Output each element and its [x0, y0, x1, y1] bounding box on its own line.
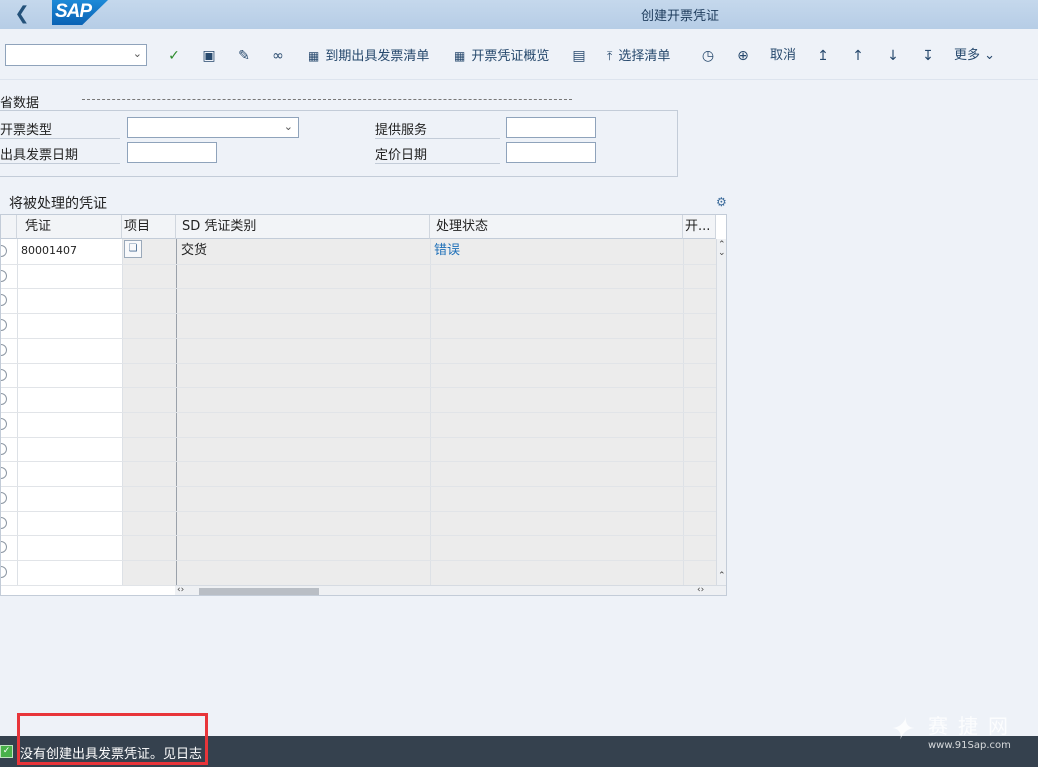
column-header-sd-category[interactable]: SD 凭证类别 — [176, 215, 430, 239]
selection-list-button[interactable]: ⤒ 选择清单 — [607, 46, 670, 66]
column-header-item[interactable]: 项目 — [122, 215, 176, 239]
row-selector[interactable] — [1, 368, 7, 381]
status-cell[interactable]: 错误 — [434, 239, 460, 263]
chevron-up-icon[interactable]: ⌃ — [718, 571, 726, 581]
checkmark-icon: ✓ — [0, 745, 13, 758]
row-line — [1, 288, 716, 290]
row-selector[interactable] — [1, 245, 7, 257]
defaults-group-title: 省数据 — [0, 96, 40, 111]
chevron-down-icon: ⌄ — [984, 48, 996, 63]
services-label: 提供服务 — [375, 119, 500, 139]
next-page-icon[interactable]: ↓ — [883, 46, 903, 66]
billing-type-label: 开票类型 — [0, 119, 120, 139]
pricing-date-label: 定价日期 — [375, 144, 500, 164]
watermark-url: www.91Sap.com — [928, 740, 1011, 751]
row-selector[interactable] — [1, 442, 7, 455]
billing-date-input[interactable] — [127, 142, 217, 163]
row-selector[interactable] — [1, 516, 7, 529]
row-selector[interactable] — [1, 319, 7, 332]
category-cell: 交货 — [181, 243, 208, 258]
previous-page-icon[interactable]: ↑ — [848, 46, 868, 66]
sap-logo: SAP — [52, 0, 108, 25]
column-header-status[interactable]: 处理状态 — [430, 215, 683, 239]
pricing-date-input[interactable] — [506, 142, 596, 163]
calendar-icon[interactable]: ▤ — [569, 46, 589, 66]
row-selector[interactable] — [1, 566, 7, 579]
save-icon[interactable]: ▣ — [199, 46, 219, 66]
row-selector[interactable] — [1, 492, 7, 504]
row-selector[interactable] — [1, 343, 7, 356]
row-selector[interactable] — [1, 417, 7, 430]
edit-icon[interactable]: ✎ — [234, 46, 254, 66]
command-field[interactable]: ⌄ — [5, 44, 147, 66]
row-line — [1, 510, 716, 512]
watermark-logo-icon: ✦ — [888, 712, 914, 747]
row-selector[interactable] — [1, 269, 7, 282]
horizontal-scrollbar[interactable]: ‹› ‹› — [175, 585, 726, 595]
row-selector[interactable] — [1, 467, 7, 480]
watermark: ✦ 赛捷网 www.91Sap.com — [888, 710, 1028, 758]
billing-type-select[interactable]: ⌄ — [127, 117, 299, 138]
column-header-more[interactable]: 开... — [683, 215, 716, 239]
row-line — [1, 387, 716, 389]
settings-icon[interactable]: ⚙ — [716, 195, 727, 209]
back-icon[interactable]: ❮ — [12, 2, 32, 26]
last-page-icon[interactable]: ↧ — [918, 46, 938, 66]
copy-icon[interactable]: ❏ — [124, 240, 142, 258]
chevron-down-icon[interactable]: ⌄ — [718, 248, 726, 258]
row-line — [1, 362, 716, 364]
row-line — [1, 436, 716, 438]
watermark-text: 赛捷网 — [928, 714, 1018, 738]
scroll-left-right-icon[interactable]: ‹› — [177, 585, 184, 595]
table-title: 将被处理的凭证 — [9, 196, 107, 212]
check-icon[interactable]: ✓ — [164, 46, 184, 66]
column-header-document[interactable]: 凭证 — [17, 215, 122, 239]
scroll-left-right-icon[interactable]: ‹› — [697, 585, 704, 595]
row-line — [1, 535, 716, 537]
vertical-scrollbar[interactable]: ⌃ ⌄ ⌃ — [716, 239, 726, 585]
services-input[interactable] — [506, 117, 596, 138]
row-selector[interactable] — [1, 294, 7, 307]
cancel-button[interactable]: 取消 — [770, 46, 796, 66]
row-line — [1, 486, 716, 487]
row-line — [1, 263, 716, 265]
scroll-thumb[interactable] — [199, 588, 319, 595]
row-line — [1, 560, 716, 562]
chevron-down-icon[interactable]: ⌄ — [284, 120, 293, 133]
row-selector[interactable] — [1, 541, 7, 554]
image-icon: ▦ — [454, 49, 466, 63]
document-cell[interactable]: 80001407 — [21, 239, 77, 263]
image-icon: ▦ — [308, 49, 320, 63]
chevron-down-icon[interactable]: ⌄ — [133, 47, 142, 60]
due-list-button[interactable]: ▦ 到期出具发票清单 — [308, 46, 429, 66]
row-line — [1, 461, 716, 463]
group-divider — [82, 99, 572, 100]
documents-table: 凭证 项目 SD 凭证类别 处理状态 开... 80001407 交货 错误 ⌃… — [0, 214, 727, 596]
overview-button[interactable]: ▦ 开票凭证概览 — [454, 46, 549, 66]
row-line — [1, 411, 716, 413]
row-line — [1, 337, 716, 339]
row-selector-header[interactable] — [1, 215, 17, 239]
window-title: 创建开票凭证 — [640, 9, 719, 24]
upload-icon: ⤒ — [607, 49, 613, 63]
title-bar: ❮ SAP 创建开票凭证 — [0, 0, 1038, 30]
first-page-icon[interactable]: ↥ — [813, 46, 833, 66]
add-icon[interactable]: ⊕ — [733, 46, 753, 66]
display-icon[interactable]: ∞ — [268, 46, 288, 66]
clock-icon[interactable]: ◷ — [698, 46, 718, 66]
highlight-box — [17, 713, 208, 765]
more-menu[interactable]: 更多 ⌄ — [954, 46, 995, 66]
billing-date-label: 出具发票日期 — [0, 144, 120, 164]
application-toolbar: ⌄ ✓ ▣ ✎ ∞ ▦ 到期出具发票清单 ▦ 开票凭证概览 ▤ ⤒ 选择清单 ◷ ⊕ … — [0, 29, 1038, 80]
row-selector[interactable] — [1, 393, 7, 406]
row-line — [1, 313, 716, 315]
